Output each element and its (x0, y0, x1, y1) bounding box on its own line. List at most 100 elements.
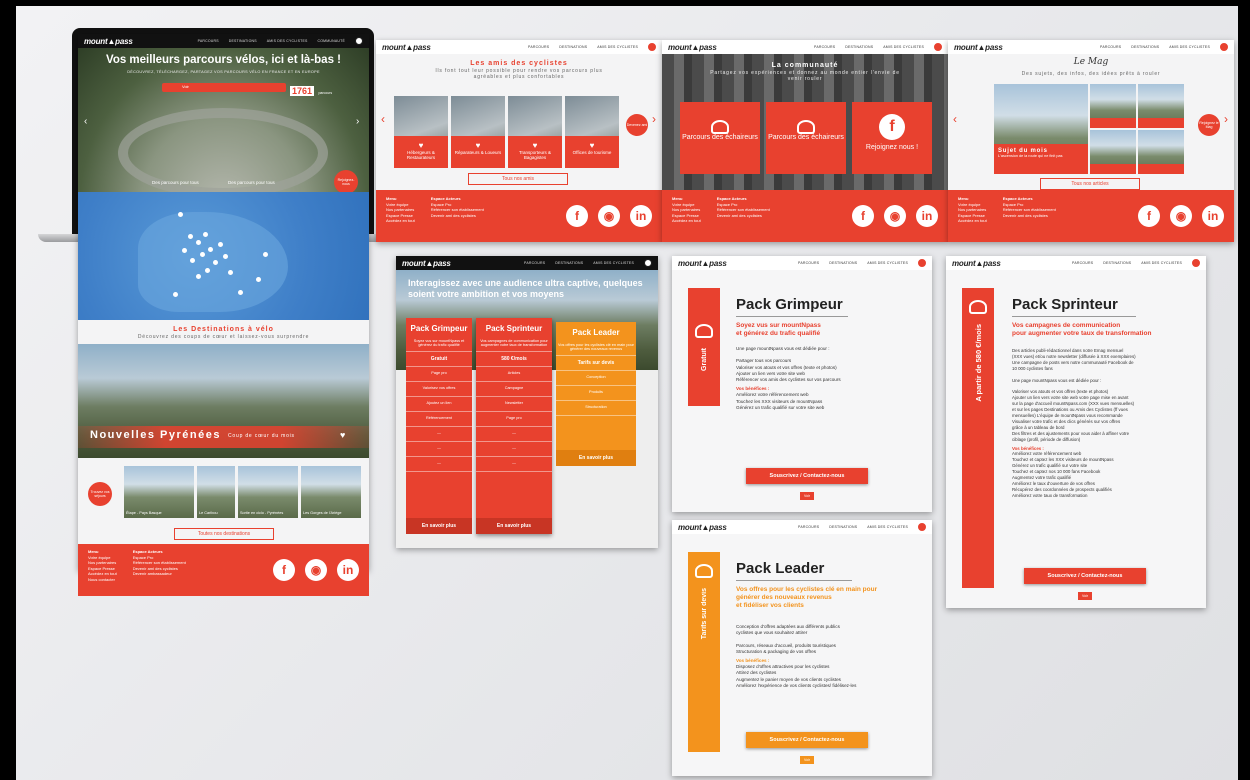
subscribe-button[interactable]: Souscrivez / Contactez-nous (746, 468, 868, 484)
europe-map[interactable] (78, 192, 369, 320)
mag-article[interactable] (1138, 130, 1184, 174)
learn-more-button[interactable]: En savoir plus (406, 518, 472, 534)
mag-article[interactable] (1090, 130, 1136, 174)
nav-item[interactable]: DESTINATIONS (555, 261, 583, 265)
all-amis-button[interactable]: Tous nos amis (468, 173, 568, 185)
linkedin-icon[interactable]: in (337, 559, 359, 581)
carousel-prev-icon[interactable]: ‹ (84, 116, 87, 127)
user-icon[interactable] (918, 259, 926, 267)
destination-thumb[interactable]: Sortie en ciclo - Pyrénées (238, 466, 298, 518)
nav-item[interactable]: PARCOURS (814, 45, 835, 49)
instagram-icon[interactable]: ◉ (1170, 205, 1192, 227)
user-icon[interactable] (644, 259, 652, 267)
mag-bubble[interactable]: Rejoignez le Mag (1198, 114, 1220, 136)
nav-item[interactable]: DESTINATIONS (559, 45, 587, 49)
logo[interactable]: mount▲pass (668, 43, 717, 52)
nav-item[interactable]: DESTINATIONS (829, 525, 857, 529)
facebook-icon[interactable]: f (1138, 205, 1160, 227)
user-icon[interactable] (918, 523, 926, 531)
destination-thumb[interactable]: Le Caribou (197, 466, 235, 518)
view-button[interactable]: Voir (800, 492, 814, 500)
linkedin-icon[interactable]: in (916, 205, 938, 227)
carousel-prev-icon[interactable]: ‹ (381, 112, 385, 126)
nav-item[interactable]: PARCOURS (528, 45, 549, 49)
logo[interactable]: mount▲pass (952, 259, 1001, 268)
join-badge[interactable]: Rejoignez-nous (334, 170, 358, 194)
learn-more-button[interactable]: En savoir plus (476, 518, 552, 534)
learn-more-button[interactable]: En savoir plus (556, 450, 636, 466)
community-tile[interactable]: Parcours des échaireurs (766, 102, 846, 174)
linkedin-icon[interactable]: in (630, 205, 652, 227)
nav-item[interactable]: DESTINATIONS (1131, 45, 1159, 49)
nav-item[interactable]: DESTINATIONS (1103, 261, 1131, 265)
nav-item[interactable]: PARCOURS (1072, 261, 1093, 265)
nav-item[interactable]: AMIS DES CYCLISTES (597, 45, 638, 49)
offer-card-grimpeur[interactable]: Pack Grimpeur Soyez vus sur mountNpass e… (406, 318, 472, 534)
nav-item[interactable]: AMIS DES CYCLISTES (1141, 261, 1182, 265)
facebook-icon[interactable]: f (852, 205, 874, 227)
user-icon[interactable] (355, 37, 363, 45)
offer-card-sprinteur[interactable]: Pack Sprinteur Vos campagnes de communic… (476, 318, 552, 534)
subscribe-button[interactable]: Souscrivez / Contactez-nous (746, 732, 868, 748)
amis-card[interactable]: ♥ Transporteurs & Bagagistes (508, 96, 562, 168)
amis-card[interactable]: ♥ Offices de tourisme (565, 96, 619, 168)
nav-item[interactable]: DESTINATIONS (229, 39, 257, 43)
nav-item[interactable]: DESTINATIONS (829, 261, 857, 265)
instagram-icon[interactable]: ◉ (884, 205, 906, 227)
search-button[interactable]: Voir (182, 84, 189, 89)
region-photo[interactable]: Nouvelles Pyrénées Coup de cœur du mois … (78, 344, 369, 458)
community-tile[interactable]: Parcours des échaireurs (680, 102, 760, 174)
nav-item[interactable]: PARCOURS (798, 261, 819, 265)
logo[interactable]: mount▲pass (954, 43, 1003, 52)
nav-item[interactable]: DESTINATIONS (845, 45, 873, 49)
destination-thumb[interactable]: Étape - Pays Basque (124, 466, 194, 518)
carousel-next-icon[interactable]: › (652, 112, 656, 126)
nav-item[interactable]: PARCOURS (798, 525, 819, 529)
search-bar[interactable]: Voir (162, 83, 286, 92)
destination-thumb[interactable]: Les Gorges de l'Ariège (301, 466, 361, 518)
user-icon[interactable] (1220, 43, 1228, 51)
mag-article[interactable] (1138, 84, 1184, 128)
view-button[interactable]: Voir (800, 756, 814, 764)
facebook-icon[interactable]: f (273, 559, 295, 581)
mag-subtitle: Des sujets, des infos, des idées prêts à… (1021, 71, 1161, 77)
nav-item[interactable]: PARCOURS (1100, 45, 1121, 49)
view-button[interactable]: Voir (1078, 592, 1092, 600)
logo[interactable]: mount▲pass (678, 259, 727, 268)
subscribe-button[interactable]: Souscrivez / Contactez-nous (1024, 568, 1146, 584)
mag-article[interactable] (1090, 84, 1136, 128)
nav-item[interactable]: AMIS DES CYCLISTES (267, 39, 308, 43)
all-destinations-button[interactable]: Toutes nos destinations (174, 528, 274, 540)
all-articles-button[interactable]: Tous nos articles (1040, 178, 1140, 190)
nav-item[interactable]: AMIS DES CYCLISTES (867, 525, 908, 529)
carousel-next-icon[interactable]: › (356, 116, 359, 127)
logo[interactable]: mount▲pass (84, 37, 133, 46)
logo[interactable]: mount▲pass (678, 523, 727, 532)
nav-item[interactable]: AMIS DES CYCLISTES (883, 45, 924, 49)
instagram-icon[interactable]: ◉ (598, 205, 620, 227)
heart-icon[interactable]: ♥ (340, 430, 345, 440)
community-tile[interactable]: f Rejoignez nous ! (852, 102, 932, 174)
nav-item[interactable]: PARCOURS (524, 261, 545, 265)
amis-card[interactable]: ♥ Hébergeurs & Restaurateurs (394, 96, 448, 168)
nav-item[interactable]: AMIS DES CYCLISTES (867, 261, 908, 265)
carousel-prev-icon[interactable]: ‹ (953, 112, 957, 126)
linkedin-icon[interactable]: in (1202, 205, 1224, 227)
carousel-next-icon[interactable]: › (1224, 112, 1228, 126)
facebook-icon[interactable]: f (566, 205, 588, 227)
nav-item[interactable]: PARCOURS (198, 39, 219, 43)
user-icon[interactable] (648, 43, 656, 51)
trip-bubble[interactable]: Trouvez vos séjours (88, 482, 112, 506)
offer-card-leader[interactable]: Pack Leader Vos offres pour les cycliste… (556, 322, 636, 466)
user-icon[interactable] (1192, 259, 1200, 267)
nav-item[interactable]: AMIS DES CYCLISTES (1169, 45, 1210, 49)
user-icon[interactable] (934, 43, 942, 51)
mag-featured[interactable]: Sujet du mois L'ascension de la route qu… (994, 84, 1088, 174)
instagram-icon[interactable]: ◉ (305, 559, 327, 581)
nav-item[interactable]: AMIS DES CYCLISTES (593, 261, 634, 265)
nav-item[interactable]: COMMUNAUTÉ (318, 39, 345, 43)
logo[interactable]: mount▲pass (382, 43, 431, 52)
amis-bubble[interactable]: Devenez ami (626, 114, 648, 136)
amis-card[interactable]: ♥ Réparateurs & Loueurs (451, 96, 505, 168)
logo[interactable]: mount▲pass (402, 259, 451, 268)
